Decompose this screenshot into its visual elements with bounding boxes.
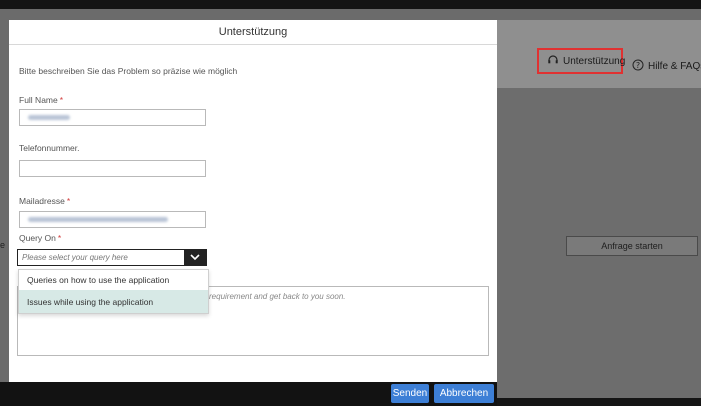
dialog-actions: Senden Abbrechen: [9, 384, 497, 406]
start-request-button[interactable]: Anfrage starten: [566, 236, 698, 256]
question-icon: ?: [632, 59, 644, 74]
email-label: Mailadresse *: [19, 196, 70, 206]
top-bar: [0, 0, 701, 9]
description-placeholder: requirement and get back to you soon.: [209, 292, 346, 301]
support-dialog: Unterstützung Bitte beschreiben Sie das …: [9, 20, 497, 403]
query-option[interactable]: Queries on how to use the application: [19, 270, 208, 290]
query-dropdown: Queries on how to use the application Is…: [18, 269, 209, 314]
query-select[interactable]: Please select your query here: [17, 249, 207, 266]
required-mark: *: [59, 95, 64, 105]
phone-label: Telefonnummer.: [19, 143, 80, 153]
chevron-down-icon[interactable]: [184, 250, 206, 265]
full-name-label-text: Full Name: [19, 95, 58, 105]
query-label: Query On *: [19, 233, 61, 243]
full-name-input[interactable]: [19, 109, 206, 126]
edge-text: e: [0, 240, 6, 250]
email-input[interactable]: [19, 211, 206, 228]
cancel-button[interactable]: Abbrechen: [434, 384, 494, 403]
support-link-label: Unterstützung: [563, 55, 626, 67]
query-label-text: Query On: [19, 233, 56, 243]
phone-input[interactable]: [19, 160, 206, 177]
email-label-text: Mailadresse: [19, 196, 65, 206]
bottom-bar: [497, 398, 701, 406]
query-option-selected[interactable]: Issues while using the application: [19, 290, 208, 313]
full-name-label: Full Name *: [19, 95, 63, 105]
query-select-placeholder: Please select your query here: [22, 253, 128, 262]
required-mark: *: [57, 233, 62, 243]
support-link[interactable]: Unterstützung: [537, 48, 626, 74]
help-faq-link[interactable]: ? Hilfe & FAQs: [632, 57, 701, 75]
required-mark: *: [66, 196, 71, 206]
send-button[interactable]: Senden: [391, 384, 429, 403]
blurred-value: [28, 217, 168, 222]
help-faq-label: Hilfe & FAQs: [648, 60, 701, 72]
blurred-value: [28, 115, 70, 120]
dialog-intro: Bitte beschreiben Sie das Problem so prä…: [19, 66, 238, 76]
dialog-title: Unterstützung: [9, 20, 497, 45]
headset-icon: [547, 54, 559, 69]
svg-text:?: ?: [636, 61, 640, 70]
